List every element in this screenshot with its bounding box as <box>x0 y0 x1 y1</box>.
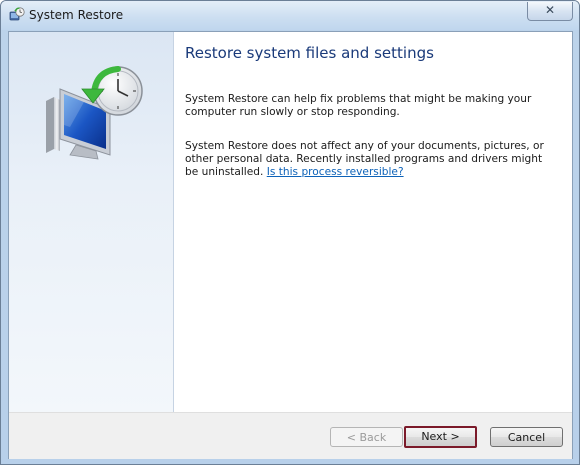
system-restore-monitor-clock-icon <box>46 66 143 160</box>
description-paragraph-2: System Restore does not affect any of yo… <box>185 140 555 179</box>
title-bar[interactable]: System Restore ✕ <box>1 1 579 30</box>
cancel-button[interactable]: Cancel <box>490 427 563 447</box>
next-button[interactable]: Next > <box>404 426 477 448</box>
window-title: System Restore <box>29 8 124 22</box>
reversible-help-link[interactable]: Is this process reversible? <box>267 166 404 178</box>
dialog-client-area: Restore system files and settings System… <box>8 31 573 459</box>
button-footer: < Back Next > Cancel <box>9 412 572 459</box>
back-button[interactable]: < Back <box>330 427 403 447</box>
close-button[interactable]: ✕ <box>527 2 573 21</box>
main-panel: Restore system files and settings System… <box>185 32 572 412</box>
content-area: Restore system files and settings System… <box>9 32 572 412</box>
page-heading: Restore system files and settings <box>185 44 434 62</box>
left-banner-panel <box>9 32 174 412</box>
system-restore-window: System Restore ✕ Restore system files an… <box>0 0 580 465</box>
description-paragraph-1: System Restore can help fix problems tha… <box>185 93 532 118</box>
system-restore-icon <box>9 7 25 21</box>
